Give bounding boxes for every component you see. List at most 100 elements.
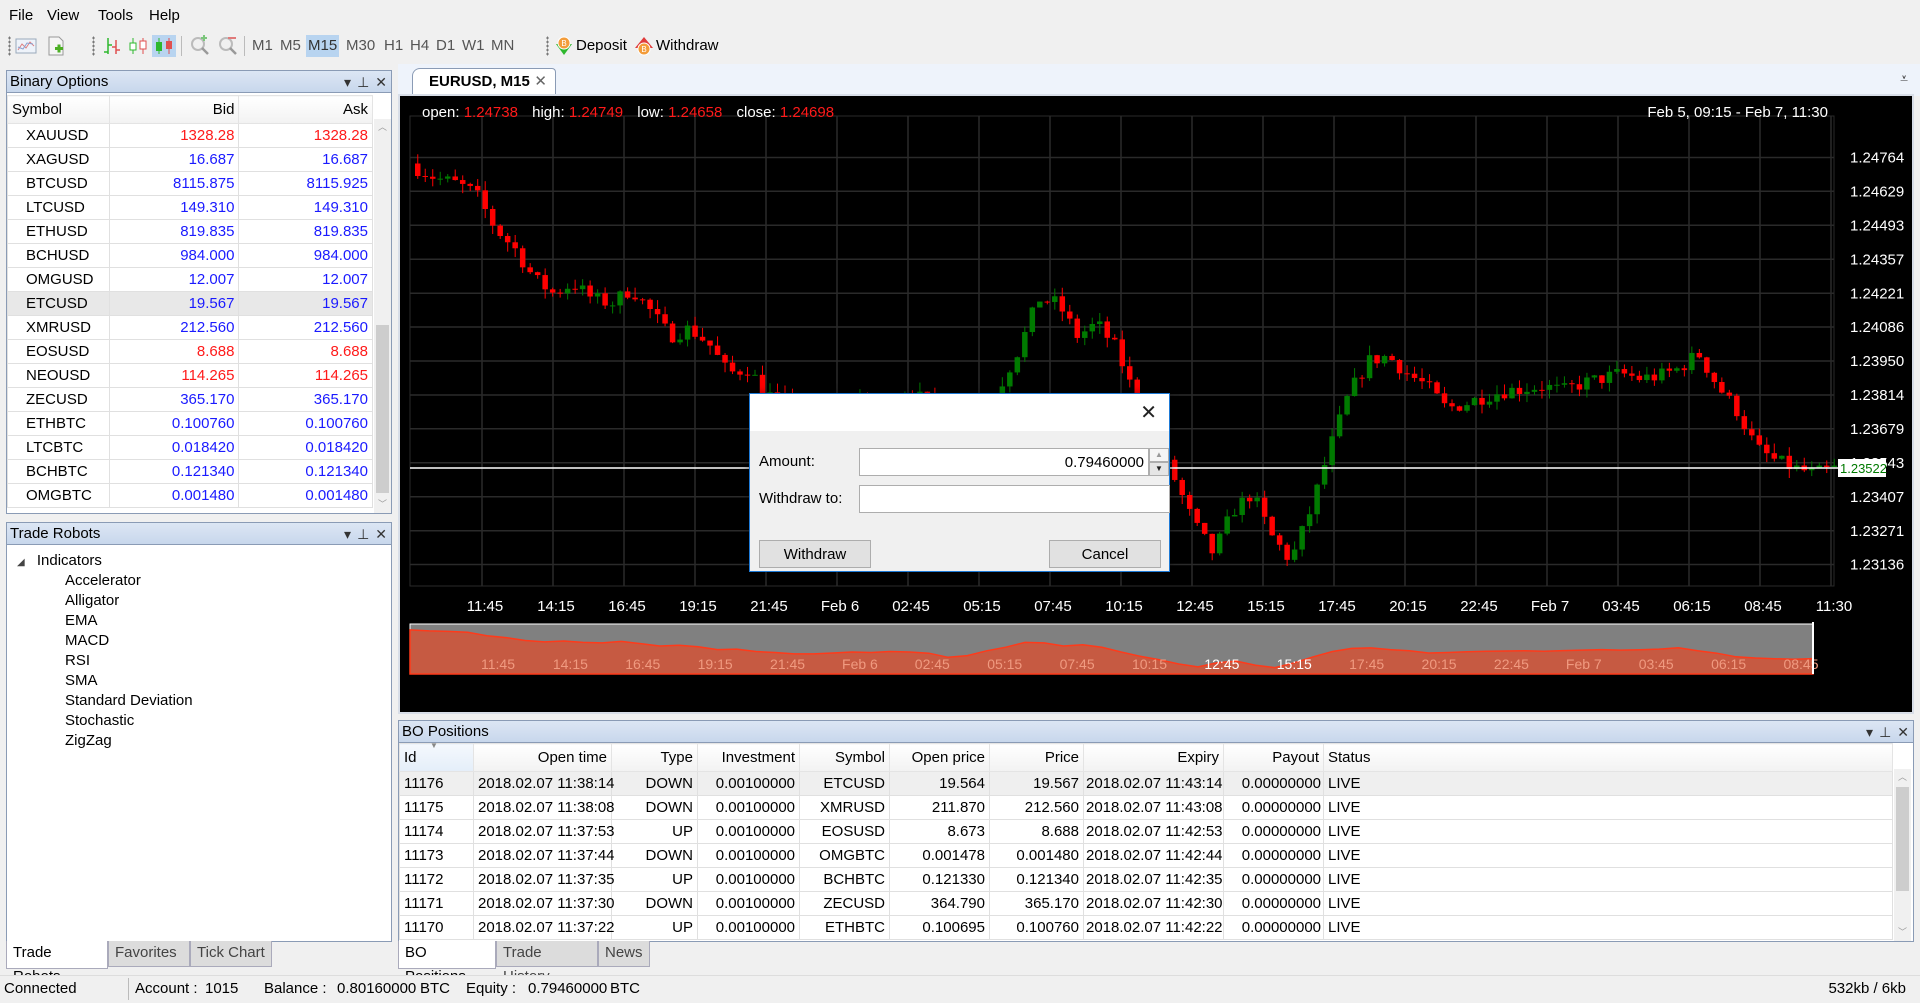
pin-icon[interactable]: ⊥ <box>1879 724 1891 740</box>
position-row[interactable]: 11172 2018.02.07 11:37:35 UP 0.00100000 BCHB… <box>399 867 1893 892</box>
spin-up-icon[interactable]: ▲ <box>1149 448 1169 462</box>
amount-input[interactable] <box>859 448 1149 476</box>
tab-tick-chart[interactable]: Tick Chart <box>190 941 272 967</box>
withdraw-toolbar-button[interactable]: B Withdraw <box>634 34 719 58</box>
indicator-item[interactable]: Standard Deviation <box>65 691 193 711</box>
pin-icon[interactable]: ⊥ <box>357 526 369 542</box>
timeframe-m30[interactable]: M30 <box>344 35 377 57</box>
indicator-item[interactable]: EMA <box>65 611 193 631</box>
panel-menu-icon[interactable]: ▾ <box>344 74 351 90</box>
symbol-row[interactable]: NEOUSD 114.265 114.265 <box>7 363 373 388</box>
column-header-ask[interactable]: Ask <box>238 95 373 124</box>
column-header-investment[interactable]: Investment <box>697 743 800 772</box>
indicator-item[interactable]: Accelerator <box>65 571 193 591</box>
toolbar-grip[interactable] <box>8 36 11 56</box>
chart-tab-eurusd[interactable]: EURUSD, M15 ✕ <box>412 68 556 95</box>
column-header-open-price[interactable]: Open price <box>889 743 990 772</box>
zoom-out-icon[interactable] <box>216 35 240 57</box>
candlestick-icon[interactable] <box>152 35 176 57</box>
column-header-bid[interactable]: Bid <box>108 95 240 124</box>
symbol-row[interactable]: XAUUSD 1328.28 1328.28 <box>7 123 373 148</box>
column-header-payout[interactable]: Payout <box>1223 743 1324 772</box>
toolbar-grip[interactable] <box>546 36 549 56</box>
symbol-row[interactable]: BTCUSD 8115.875 8115.925 <box>7 171 373 196</box>
new-chart-icon[interactable] <box>14 35 38 57</box>
timeframe-d1[interactable]: D1 <box>434 35 457 57</box>
tab-favorites[interactable]: Favorites <box>108 941 190 967</box>
spin-down-icon[interactable]: ▼ <box>1149 462 1169 476</box>
symbol-row[interactable]: ETCUSD 19.567 19.567 <box>7 291 373 316</box>
close-icon[interactable]: ✕ <box>375 526 387 542</box>
position-row[interactable]: 11171 2018.02.07 11:37:30 DOWN 0.00100000 ZE… <box>399 891 1893 916</box>
indicator-item[interactable]: Stochastic <box>65 711 193 731</box>
pin-icon[interactable]: ⊥ <box>357 74 369 90</box>
column-header-status[interactable]: Status <box>1323 743 1893 772</box>
menu-tools[interactable]: Tools <box>98 7 133 24</box>
column-header-id[interactable]: ▼ Id <box>399 743 474 772</box>
column-header-expiry[interactable]: Expiry <box>1083 743 1224 772</box>
dialog-titlebar[interactable]: ✕ <box>750 394 1169 431</box>
symbol-row[interactable]: BCHUSD 984.000 984.000 <box>7 243 373 268</box>
position-row[interactable]: 11175 2018.02.07 11:38:08 DOWN 0.00100000 XM… <box>399 795 1893 820</box>
toolbar-grip[interactable] <box>92 36 95 56</box>
scrollbar-thumb[interactable] <box>376 325 389 493</box>
withdraw-button[interactable]: Withdraw <box>759 540 871 568</box>
symbol-row[interactable]: OMGUSD 12.007 12.007 <box>7 267 373 292</box>
deposit-button[interactable]: B Deposit <box>554 34 627 58</box>
indicator-item[interactable]: RSI <box>65 651 193 671</box>
timeframe-w1[interactable]: W1 <box>460 35 487 57</box>
symbol-row[interactable]: OMGBTC 0.001480 0.001480 <box>7 483 373 508</box>
indicator-item[interactable]: SMA <box>65 671 193 691</box>
timeframe-m5[interactable]: M5 <box>278 35 303 57</box>
column-header-symbol[interactable]: Symbol <box>799 743 890 772</box>
close-tab-icon[interactable]: ✕ <box>534 69 547 95</box>
close-icon[interactable]: ✕ <box>1897 724 1909 740</box>
position-row[interactable]: 11170 2018.02.07 11:37:22 UP 0.00100000 ETHB… <box>399 915 1893 940</box>
close-icon[interactable]: ✕ <box>375 74 387 90</box>
symbol-row[interactable]: BCHBTC 0.121340 0.121340 <box>7 459 373 484</box>
timeframe-m1[interactable]: M1 <box>250 35 275 57</box>
scrollbar-thumb[interactable] <box>1896 787 1909 891</box>
tab-trade-robots[interactable]: Trade Robots <box>6 941 108 985</box>
timeframe-m15[interactable]: M15 <box>306 35 340 57</box>
bar-chart-icon[interactable] <box>100 35 124 57</box>
tab-bo-positions[interactable]: BO Positions <box>398 941 496 985</box>
timeframe-mn[interactable]: MN <box>489 35 516 57</box>
scroll-up-icon[interactable]: ︿ <box>374 119 391 136</box>
candle-outline-icon[interactable] <box>126 35 150 57</box>
indicator-item[interactable]: Alligator <box>65 591 193 611</box>
timeframe-h1[interactable]: H1 <box>382 35 405 57</box>
new-document-icon[interactable] <box>44 35 68 57</box>
symbol-row[interactable]: ETHBTC 0.100760 0.100760 <box>7 411 373 436</box>
menu-help[interactable]: Help <box>149 7 180 24</box>
panel-menu-icon[interactable]: ▾ <box>344 526 351 542</box>
panel-menu-icon[interactable]: ▾ <box>1866 724 1873 740</box>
close-icon[interactable]: ✕ <box>1140 400 1157 425</box>
menu-view[interactable]: View <box>47 7 79 24</box>
indicator-item[interactable]: MACD <box>65 631 193 651</box>
position-row[interactable]: 11173 2018.02.07 11:37:44 DOWN 0.00100000 OM… <box>399 843 1893 868</box>
column-header-symbol[interactable]: Symbol <box>7 95 110 124</box>
position-row[interactable]: 11176 2018.02.07 11:38:14 DOWN 0.00100000 ET… <box>399 771 1893 796</box>
tab-list-dropdown-icon[interactable]: ⩡ <box>1900 70 1908 87</box>
tab-trade-history[interactable]: Trade History <box>496 941 598 985</box>
scroll-down-icon[interactable]: ﹀ <box>1894 924 1911 941</box>
scroll-down-icon[interactable]: ﹀ <box>374 496 391 513</box>
amount-spinner[interactable]: ▲ ▼ <box>1149 448 1169 476</box>
symbol-row[interactable]: LTCBTC 0.018420 0.018420 <box>7 435 373 460</box>
menu-file[interactable]: File <box>9 7 33 24</box>
symbol-row[interactable]: LTCUSD 149.310 149.310 <box>7 195 373 220</box>
symbol-row[interactable]: XMRUSD 212.560 212.560 <box>7 315 373 340</box>
tree-group-indicators[interactable]: ◢ Indicators <box>17 551 193 571</box>
position-row[interactable]: 11174 2018.02.07 11:37:53 UP 0.00100000 EOSU… <box>399 819 1893 844</box>
zoom-in-icon[interactable] <box>188 35 212 57</box>
symbol-row[interactable]: XAGUSD 16.687 16.687 <box>7 147 373 172</box>
indicator-item[interactable]: ZigZag <box>65 731 193 751</box>
symbols-scrollbar[interactable]: ︿ ﹀ <box>374 119 391 513</box>
scroll-up-icon[interactable]: ︿ <box>1894 769 1911 786</box>
column-header-open-time[interactable]: Open time <box>473 743 612 772</box>
symbol-row[interactable]: ETHUSD 819.835 819.835 <box>7 219 373 244</box>
symbol-row[interactable]: EOSUSD 8.688 8.688 <box>7 339 373 364</box>
tab-news[interactable]: News <box>598 941 650 967</box>
positions-scrollbar[interactable]: ︿ ﹀ <box>1894 769 1911 941</box>
